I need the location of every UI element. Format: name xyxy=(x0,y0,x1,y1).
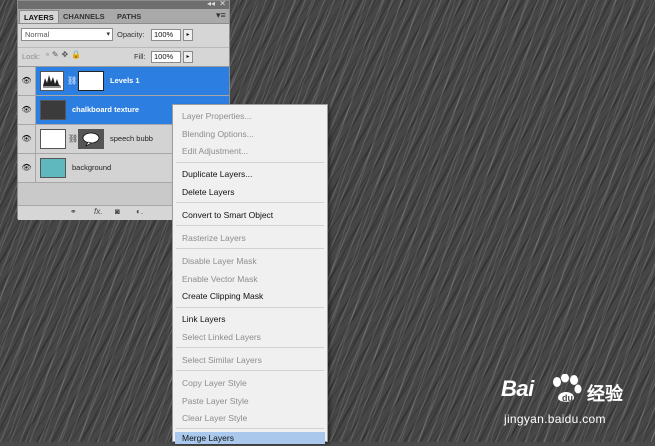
lock-image-icon[interactable]: ✎ xyxy=(52,50,62,59)
menu-item-paste-layer-style[interactable]: Paste Layer Style xyxy=(182,393,249,409)
menu-item-merge-layers[interactable]: Merge Layers xyxy=(182,430,234,446)
blend-mode-select[interactable]: Normal ▾ xyxy=(21,28,113,41)
opacity-label: Opacity: xyxy=(117,30,145,39)
menu-item-enable-vector-mask[interactable]: Enable Vector Mask xyxy=(182,271,258,287)
panel-menu-icon[interactable]: ▾≡ xyxy=(216,10,226,22)
fill-field[interactable]: 100% xyxy=(151,51,181,63)
layer-thumbnail xyxy=(40,129,66,149)
tab-channels[interactable]: CHANNELS xyxy=(59,10,109,23)
menu-item-delete-layers[interactable]: Delete Layers xyxy=(182,184,234,200)
lock-all-icon[interactable]: 🔒 xyxy=(71,50,84,59)
svg-text:du: du xyxy=(562,393,573,403)
chevron-down-icon: ▾ xyxy=(106,31,110,38)
watermark-cn: 经验 xyxy=(587,384,623,404)
link-icon: ⛓ xyxy=(68,134,79,143)
menu-separator xyxy=(176,347,324,348)
menu-item-convert-smart-object[interactable]: Convert to Smart Object xyxy=(182,207,273,223)
menu-item-rasterize-layers[interactable]: Rasterize Layers xyxy=(182,230,246,246)
layer-thumbnail xyxy=(40,100,66,120)
menu-separator xyxy=(176,428,324,429)
vector-mask-thumbnail[interactable] xyxy=(78,129,104,149)
tab-paths[interactable]: PATHS xyxy=(113,10,145,23)
link-icon: ⛓ xyxy=(67,76,78,85)
menu-separator xyxy=(176,225,324,226)
menu-item-layer-properties[interactable]: Layer Properties... xyxy=(182,108,251,124)
menu-item-edit-adjustment[interactable]: Edit Adjustment... xyxy=(182,143,248,159)
paw-logo-icon: du xyxy=(553,374,582,403)
levels-adjustment-icon xyxy=(40,71,64,91)
layer-name[interactable]: background xyxy=(72,154,111,182)
menu-separator xyxy=(176,370,324,371)
eye-icon[interactable]: 👁 xyxy=(18,125,36,153)
menu-item-select-similar-layers[interactable]: Select Similar Layers xyxy=(182,352,262,368)
layer-thumbnail xyxy=(40,158,66,178)
lock-position-icon[interactable]: ✥ xyxy=(62,50,72,59)
layer-name[interactable]: speech bubb xyxy=(110,125,153,153)
tab-layers[interactable]: LAYERS xyxy=(19,10,59,23)
menu-item-select-linked-layers[interactable]: Select Linked Layers xyxy=(182,329,261,345)
menu-item-blending-options[interactable]: Blending Options... xyxy=(182,126,254,142)
adjustment-layer-icon[interactable]: ◐. xyxy=(136,207,143,216)
fx-icon[interactable]: fx. xyxy=(94,207,102,216)
add-mask-icon[interactable]: ◙ xyxy=(115,207,120,216)
baidu-watermark: Bai du 经验 jingyan.baidu.com xyxy=(494,372,644,434)
lock-icons[interactable]: ▫✎✥🔒 xyxy=(46,50,84,59)
watermark-url: jingyan.baidu.com xyxy=(504,412,606,426)
menu-item-link-layers[interactable]: Link Layers xyxy=(182,311,225,327)
opacity-field[interactable]: 100% xyxy=(151,29,181,41)
eye-icon[interactable]: 👁 xyxy=(18,154,36,182)
lock-label: Lock: xyxy=(22,52,40,61)
menu-separator xyxy=(176,202,324,203)
menu-separator xyxy=(176,307,324,308)
menu-item-create-clipping-mask[interactable]: Create Clipping Mask xyxy=(182,288,263,304)
menu-separator xyxy=(176,248,324,249)
fill-label: Fill: xyxy=(134,52,146,61)
panel-tabs: LAYERS CHANNELS PATHS ▾≡ xyxy=(18,9,229,24)
layer-row-levels[interactable]: 👁 ⛓ Levels 1 xyxy=(18,67,229,96)
watermark-brand: Bai xyxy=(501,376,534,401)
link-layers-icon[interactable]: ⚭ xyxy=(70,207,77,216)
eye-icon[interactable]: 👁 xyxy=(18,67,36,95)
opacity-slider-button[interactable]: ▸ xyxy=(183,29,193,41)
fill-slider-button[interactable]: ▸ xyxy=(183,51,193,63)
menu-separator xyxy=(176,162,324,163)
collapse-icon[interactable]: ◂◂ xyxy=(207,0,215,8)
menu-item-clear-layer-style[interactable]: Clear Layer Style xyxy=(182,410,247,426)
menu-item-disable-layer-mask[interactable]: Disable Layer Mask xyxy=(182,253,257,269)
menu-item-copy-layer-style[interactable]: Copy Layer Style xyxy=(182,375,247,391)
blend-mode-value: Normal xyxy=(25,30,50,39)
close-icon[interactable]: ✕ xyxy=(219,0,226,8)
panel-title-strip[interactable]: ◂◂ ✕ xyxy=(18,0,229,9)
layer-name[interactable]: Levels 1 xyxy=(110,67,140,95)
layer-context-menu: Layer Properties... Blending Options... … xyxy=(172,104,328,444)
menu-item-duplicate-layers[interactable]: Duplicate Layers... xyxy=(182,166,252,182)
layer-mask-thumbnail[interactable] xyxy=(78,71,104,91)
layer-name[interactable]: chalkboard texture xyxy=(72,96,139,124)
eye-icon[interactable]: 👁 xyxy=(18,96,36,124)
